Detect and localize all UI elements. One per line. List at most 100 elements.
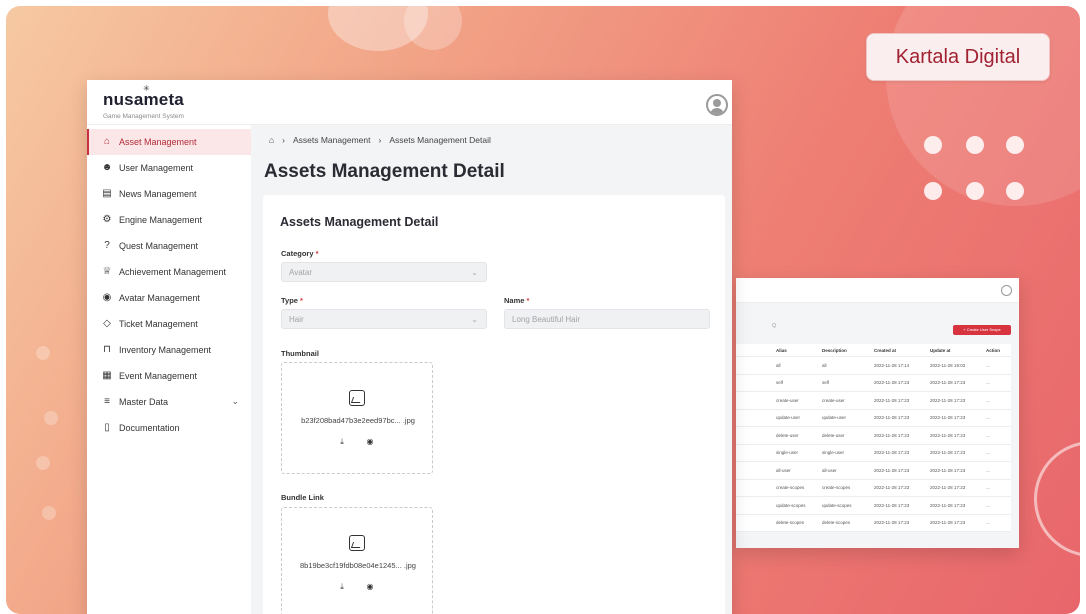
row-action-menu[interactable]: ... — [982, 391, 1011, 410]
sidebar-item-label: Engine Management — [119, 215, 203, 225]
table-cell — [736, 426, 772, 445]
decor-dot — [42, 506, 56, 520]
table-cell — [736, 356, 772, 375]
col-header[interactable]: Description — [818, 344, 870, 357]
bag-icon: ⊓ — [103, 344, 111, 355]
sidebar-item-avatar[interactable]: ◉ Avatar Management — [87, 285, 251, 311]
table-cell — [736, 391, 772, 410]
sidebar-item-inventory[interactable]: ⊓ Inventory Management — [87, 337, 251, 363]
sidebar-item-user[interactable]: ☻ User Management — [87, 155, 251, 181]
sidebar-item-quest[interactable]: ? Quest Management — [87, 233, 251, 259]
table-cell: all — [772, 356, 818, 375]
decor-ring — [1034, 441, 1080, 557]
table-row: delete-scopes delete-scopes 2022-11-28 17:… — [736, 514, 1011, 532]
table-cell: all-user — [772, 461, 818, 480]
table-row: single-user single-user 2022-11-28 17:23 20… — [736, 444, 1011, 462]
sidebar-item-news[interactable]: ▤ News Management — [87, 181, 251, 207]
table-cell: create-scopes — [818, 479, 870, 497]
main-content: ⌂ › Assets Management › Assets Managemen… — [251, 125, 732, 614]
table-row: self self 2022-11-28 17:23 2022-11-28 17:23… — [736, 374, 1011, 392]
table-cell: 2022-11-28 17:23 — [870, 444, 926, 462]
create-user-scope-button[interactable]: + Create User Scope — [953, 325, 1011, 335]
row-action-menu[interactable]: ... — [982, 461, 1011, 480]
avatar-icon[interactable] — [1001, 285, 1012, 296]
decor-circle — [404, 6, 462, 50]
category-select[interactable]: Avatar ⌄ — [281, 262, 487, 282]
name-field[interactable]: Long Beautiful Hair — [504, 309, 710, 329]
sidebar-item-label: Ticket Management — [119, 319, 198, 329]
table-cell: delete-scopes — [772, 514, 818, 532]
row-action-menu[interactable]: ... — [982, 374, 1011, 392]
breadcrumb-separator: › — [282, 135, 285, 145]
type-select[interactable]: Hair ⌄ — [281, 309, 487, 329]
app-logo[interactable]: nusameta — [103, 90, 184, 110]
bundle-label: Bundle Link — [281, 493, 324, 502]
bundle-upload[interactable]: 8b19be3cf19fdb08e04e1245... .jpg ⤓ ◉ — [281, 507, 433, 614]
download-icon[interactable]: ⤓ — [331, 580, 353, 594]
user-avatar[interactable] — [706, 94, 728, 116]
table-cell: 2022-11-28 17:23 — [926, 409, 982, 427]
name-label: Name * — [504, 296, 530, 305]
table-cell: 2022-11-28 17:23 — [870, 461, 926, 480]
calendar-icon: ▦ — [102, 370, 112, 381]
row-action-menu[interactable]: ... — [982, 356, 1011, 375]
table-cell: single-user — [772, 444, 818, 462]
sidebar-item-event[interactable]: ▦ Event Management — [87, 363, 251, 389]
row-action-menu[interactable]: ... — [982, 409, 1011, 427]
decor-dot — [36, 346, 50, 360]
row-action-menu[interactable]: ... — [982, 444, 1011, 462]
home-icon[interactable]: ⌂ — [269, 135, 274, 145]
table-cell: 2022-11-28 19:03 — [926, 356, 982, 375]
eye-icon[interactable]: ◉ — [359, 580, 381, 594]
sidebar-item-label: Quest Management — [119, 241, 199, 251]
image-icon — [349, 535, 365, 551]
thumbnail-upload[interactable]: b23f208bad47b3e2eed97bc... .jpg ⤓ ◉ — [281, 362, 433, 474]
table-row: create-scopes create-scopes 2022-11-28 17:… — [736, 479, 1011, 497]
sidebar-item-label: Achievement Management — [119, 267, 227, 277]
table-row: update-user update-user 2022-11-28 17:23 20… — [736, 409, 1011, 427]
sidebar-item-engine[interactable]: ⚙ Engine Management — [87, 207, 251, 233]
download-icon[interactable]: ⤓ — [331, 435, 353, 449]
sidebar-item-label: Inventory Management — [119, 345, 212, 355]
table-cell: delete-user — [772, 426, 818, 445]
table-row: delete-user delete-user 2022-11-28 17:23 20… — [736, 426, 1011, 445]
sidebar-item-label: Avatar Management — [119, 293, 200, 303]
database-icon: ≡ — [104, 396, 110, 407]
sidebar-item-achievement[interactable]: ♕ Achievement Management — [87, 259, 251, 285]
row-action-menu[interactable]: ... — [982, 496, 1011, 515]
decor-dot — [924, 136, 942, 154]
breadcrumb-separator: › — [378, 135, 382, 145]
row-action-menu[interactable]: ... — [982, 479, 1011, 497]
main-window: nusameta ✳ Game Management System ⌂ Asset… — [87, 80, 732, 614]
row-action-menu[interactable]: ... — [982, 426, 1011, 445]
news-icon: ▤ — [102, 188, 112, 199]
eye-icon[interactable]: ◉ — [359, 435, 381, 449]
table-cell: 2022-11-28 17:23 — [870, 426, 926, 445]
col-header[interactable]: Alias — [772, 344, 818, 357]
help-icon: ? — [104, 240, 110, 251]
table-cell — [736, 496, 772, 515]
sidebar-item-label: Documentation — [119, 423, 180, 433]
sidebar-item-label: News Management — [119, 189, 197, 199]
breadcrumb-item[interactable]: Assets Management — [293, 135, 370, 145]
col-header[interactable]: Created at — [870, 344, 926, 357]
table-cell: delete-user — [818, 426, 870, 445]
chevron-down-icon[interactable]: ⌄ — [231, 396, 239, 407]
table-cell: self — [818, 374, 870, 392]
sidebar-item-ticket[interactable]: ◇ Ticket Management — [87, 311, 251, 337]
scopes-table: Alias Description Created at Update at A… — [736, 344, 1011, 532]
sidebar-item-asset[interactable]: ⌂ Asset Management — [87, 129, 253, 155]
table-cell: create-user — [818, 391, 870, 410]
sidebar-item-label: User Management — [119, 163, 194, 173]
sidebar-item-label: Master Data — [119, 397, 169, 407]
brand-badge: Kartala Digital — [866, 33, 1050, 81]
table-row: create-user create-user 2022-11-28 17:23 20… — [736, 391, 1011, 410]
asset-icon: ⌂ — [103, 136, 111, 147]
sidebar-item-master-data[interactable]: ≡ Master Data ⌄ — [87, 389, 251, 415]
table-cell: 2022-11-28 17:23 — [926, 444, 982, 462]
sidebar-item-documentation[interactable]: ▯ Documentation — [87, 415, 251, 441]
search-icon[interactable]: Q — [736, 323, 776, 333]
decor-dot — [966, 182, 984, 200]
row-action-menu[interactable]: ... — [982, 514, 1011, 532]
col-header[interactable]: Update at — [926, 344, 982, 357]
